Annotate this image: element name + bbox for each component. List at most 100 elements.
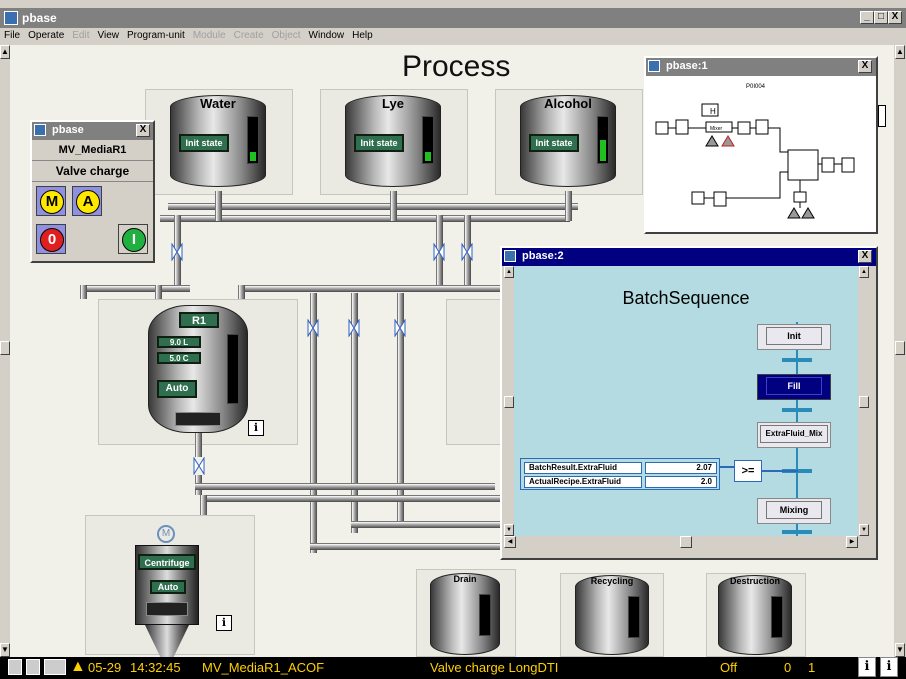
scroll-up-arrow-icon[interactable]: ▲ — [895, 45, 905, 59]
status-date: 05-29 — [88, 660, 122, 675]
step-mixing[interactable]: Mixing — [757, 498, 831, 524]
minimize-button[interactable]: _ — [860, 11, 874, 24]
maximize-button[interactable]: □ — [874, 11, 888, 24]
drain-tank[interactable]: Drain — [430, 573, 500, 655]
faceplate-title: pbase — [52, 124, 84, 136]
valve-icon[interactable] — [348, 319, 360, 337]
off-button[interactable]: 0 — [36, 224, 66, 254]
transition-bar[interactable] — [782, 358, 812, 362]
left-scrollbar[interactable]: ▲ ▼ — [0, 45, 10, 657]
status-value: 1 — [808, 660, 816, 675]
close-button[interactable]: X — [136, 124, 150, 137]
water-tank[interactable]: Water Init state — [170, 95, 266, 187]
menu-edit[interactable]: Edit — [68, 28, 93, 43]
close-button[interactable]: X — [858, 250, 872, 263]
scroll-thumb[interactable] — [859, 396, 869, 408]
level-bar — [597, 116, 609, 164]
on-button[interactable]: I — [118, 224, 148, 254]
status-object: MV_MediaR1_ACOF — [202, 660, 325, 675]
valve-icon[interactable] — [394, 319, 406, 337]
status-value: 0 — [784, 660, 792, 675]
close-button[interactable]: X — [858, 60, 872, 73]
step-extrafluid-mix[interactable]: ExtraFluid_Mix — [757, 422, 831, 448]
transition-bar[interactable] — [782, 408, 812, 412]
pbase2-bottom-scrollbar[interactable]: ◀ ▶ — [504, 536, 870, 548]
overview-diagram[interactable]: H Mixer — [652, 92, 872, 228]
scroll-thumb[interactable] — [895, 341, 905, 355]
manual-mode-button[interactable]: M — [36, 186, 66, 216]
destruction-tank[interactable]: Destruction — [718, 575, 792, 655]
valve-icon[interactable] — [171, 243, 183, 261]
tank-state: Init state — [179, 134, 229, 152]
alcohol-tank[interactable]: Alcohol Init state — [520, 95, 616, 187]
scroll-thumb[interactable] — [504, 396, 514, 408]
node-mixer-label: Mixer — [710, 126, 723, 132]
pbase2-left-scrollbar[interactable]: ▲ ▼ — [504, 266, 514, 536]
pbase1-window: pbase:1 X P0I004 H Mixer — [644, 56, 878, 234]
menu-object[interactable]: Object — [268, 28, 305, 43]
info-icon[interactable]: ℹ — [248, 420, 264, 436]
condition-value[interactable]: 2.0 — [645, 476, 717, 488]
scroll-up-arrow-icon[interactable]: ▲ — [859, 266, 869, 278]
recycling-tank[interactable]: Recycling — [575, 575, 649, 655]
valve-icon[interactable] — [433, 243, 445, 261]
transition-bar[interactable] — [782, 530, 812, 534]
scroll-down-arrow-icon[interactable]: ▼ — [895, 643, 905, 657]
menu-operate[interactable]: Operate — [24, 28, 68, 43]
alarm-list-icon[interactable] — [26, 659, 40, 675]
pipe — [168, 203, 578, 210]
pipe — [195, 433, 202, 457]
reactor-volume: 9.0 L — [157, 336, 201, 348]
menu-module[interactable]: Module — [189, 28, 230, 43]
lye-tank[interactable]: Lye Init state — [345, 95, 441, 187]
valve-icon[interactable] — [461, 243, 473, 261]
reactor-temperature: 5.0 C — [157, 352, 201, 364]
valve-icon[interactable] — [193, 457, 205, 475]
auto-mode-button[interactable]: A — [72, 186, 102, 216]
reactor-r1[interactable]: R1 9.0 L 5.0 C Auto — [148, 305, 248, 433]
print-icon[interactable] — [8, 659, 22, 675]
right-scrollbar[interactable]: ▲ ▼ — [894, 45, 906, 657]
step-init[interactable]: Init — [757, 324, 831, 350]
scroll-right-arrow-icon[interactable]: ▶ — [846, 536, 858, 548]
step-label: ExtraFluid_Mix — [760, 425, 828, 443]
step-label: Fill — [766, 377, 822, 395]
scroll-thumb[interactable] — [0, 341, 10, 355]
scroll-left-arrow-icon[interactable]: ◀ — [504, 536, 516, 548]
tank-label: Recycling — [590, 576, 634, 586]
object-name: MV_MediaR1 — [32, 140, 153, 161]
pipe — [390, 191, 397, 221]
menu-window[interactable]: Window — [305, 28, 349, 43]
info-icon[interactable]: ℹ — [216, 615, 232, 631]
step-label: Mixing — [766, 501, 822, 519]
acknowledge-icon[interactable] — [44, 659, 66, 675]
level-bar — [227, 334, 239, 404]
menu-create[interactable]: Create — [230, 28, 268, 43]
step-fill[interactable]: Fill — [757, 374, 831, 400]
centrifuge[interactable]: Centrifuge Auto — [135, 545, 199, 625]
reactor-frame — [446, 299, 506, 445]
menu-file[interactable]: File — [0, 28, 24, 43]
menu-view[interactable]: View — [94, 28, 124, 43]
motor-icon[interactable]: M — [157, 525, 175, 543]
menu-program-unit[interactable]: Program-unit — [123, 28, 189, 43]
object-function: Valve charge — [32, 161, 153, 182]
app-title: pbase — [22, 11, 57, 25]
scroll-down-arrow-icon[interactable]: ▼ — [859, 524, 869, 536]
valve-icon[interactable] — [307, 319, 319, 337]
info-icon[interactable]: ℹ — [858, 657, 876, 677]
scroll-thumb[interactable] — [680, 536, 692, 548]
pbase2-right-scrollbar[interactable]: ▲ ▼ — [858, 266, 870, 536]
info-icon[interactable]: ℹ — [880, 657, 898, 677]
menu-help[interactable]: Help — [348, 28, 377, 43]
close-button[interactable]: X — [888, 11, 902, 24]
pipe — [351, 521, 501, 528]
pipe — [80, 285, 190, 292]
scroll-up-arrow-icon[interactable]: ▲ — [0, 45, 10, 59]
condition-value[interactable]: 2.07 — [645, 462, 717, 474]
scroll-up-arrow-icon[interactable]: ▲ — [504, 266, 514, 278]
scroll-down-arrow-icon[interactable]: ▼ — [0, 643, 10, 657]
scroll-down-arrow-icon[interactable]: ▼ — [504, 524, 514, 536]
side-marker — [878, 105, 886, 127]
off-label: 0 — [40, 228, 64, 252]
